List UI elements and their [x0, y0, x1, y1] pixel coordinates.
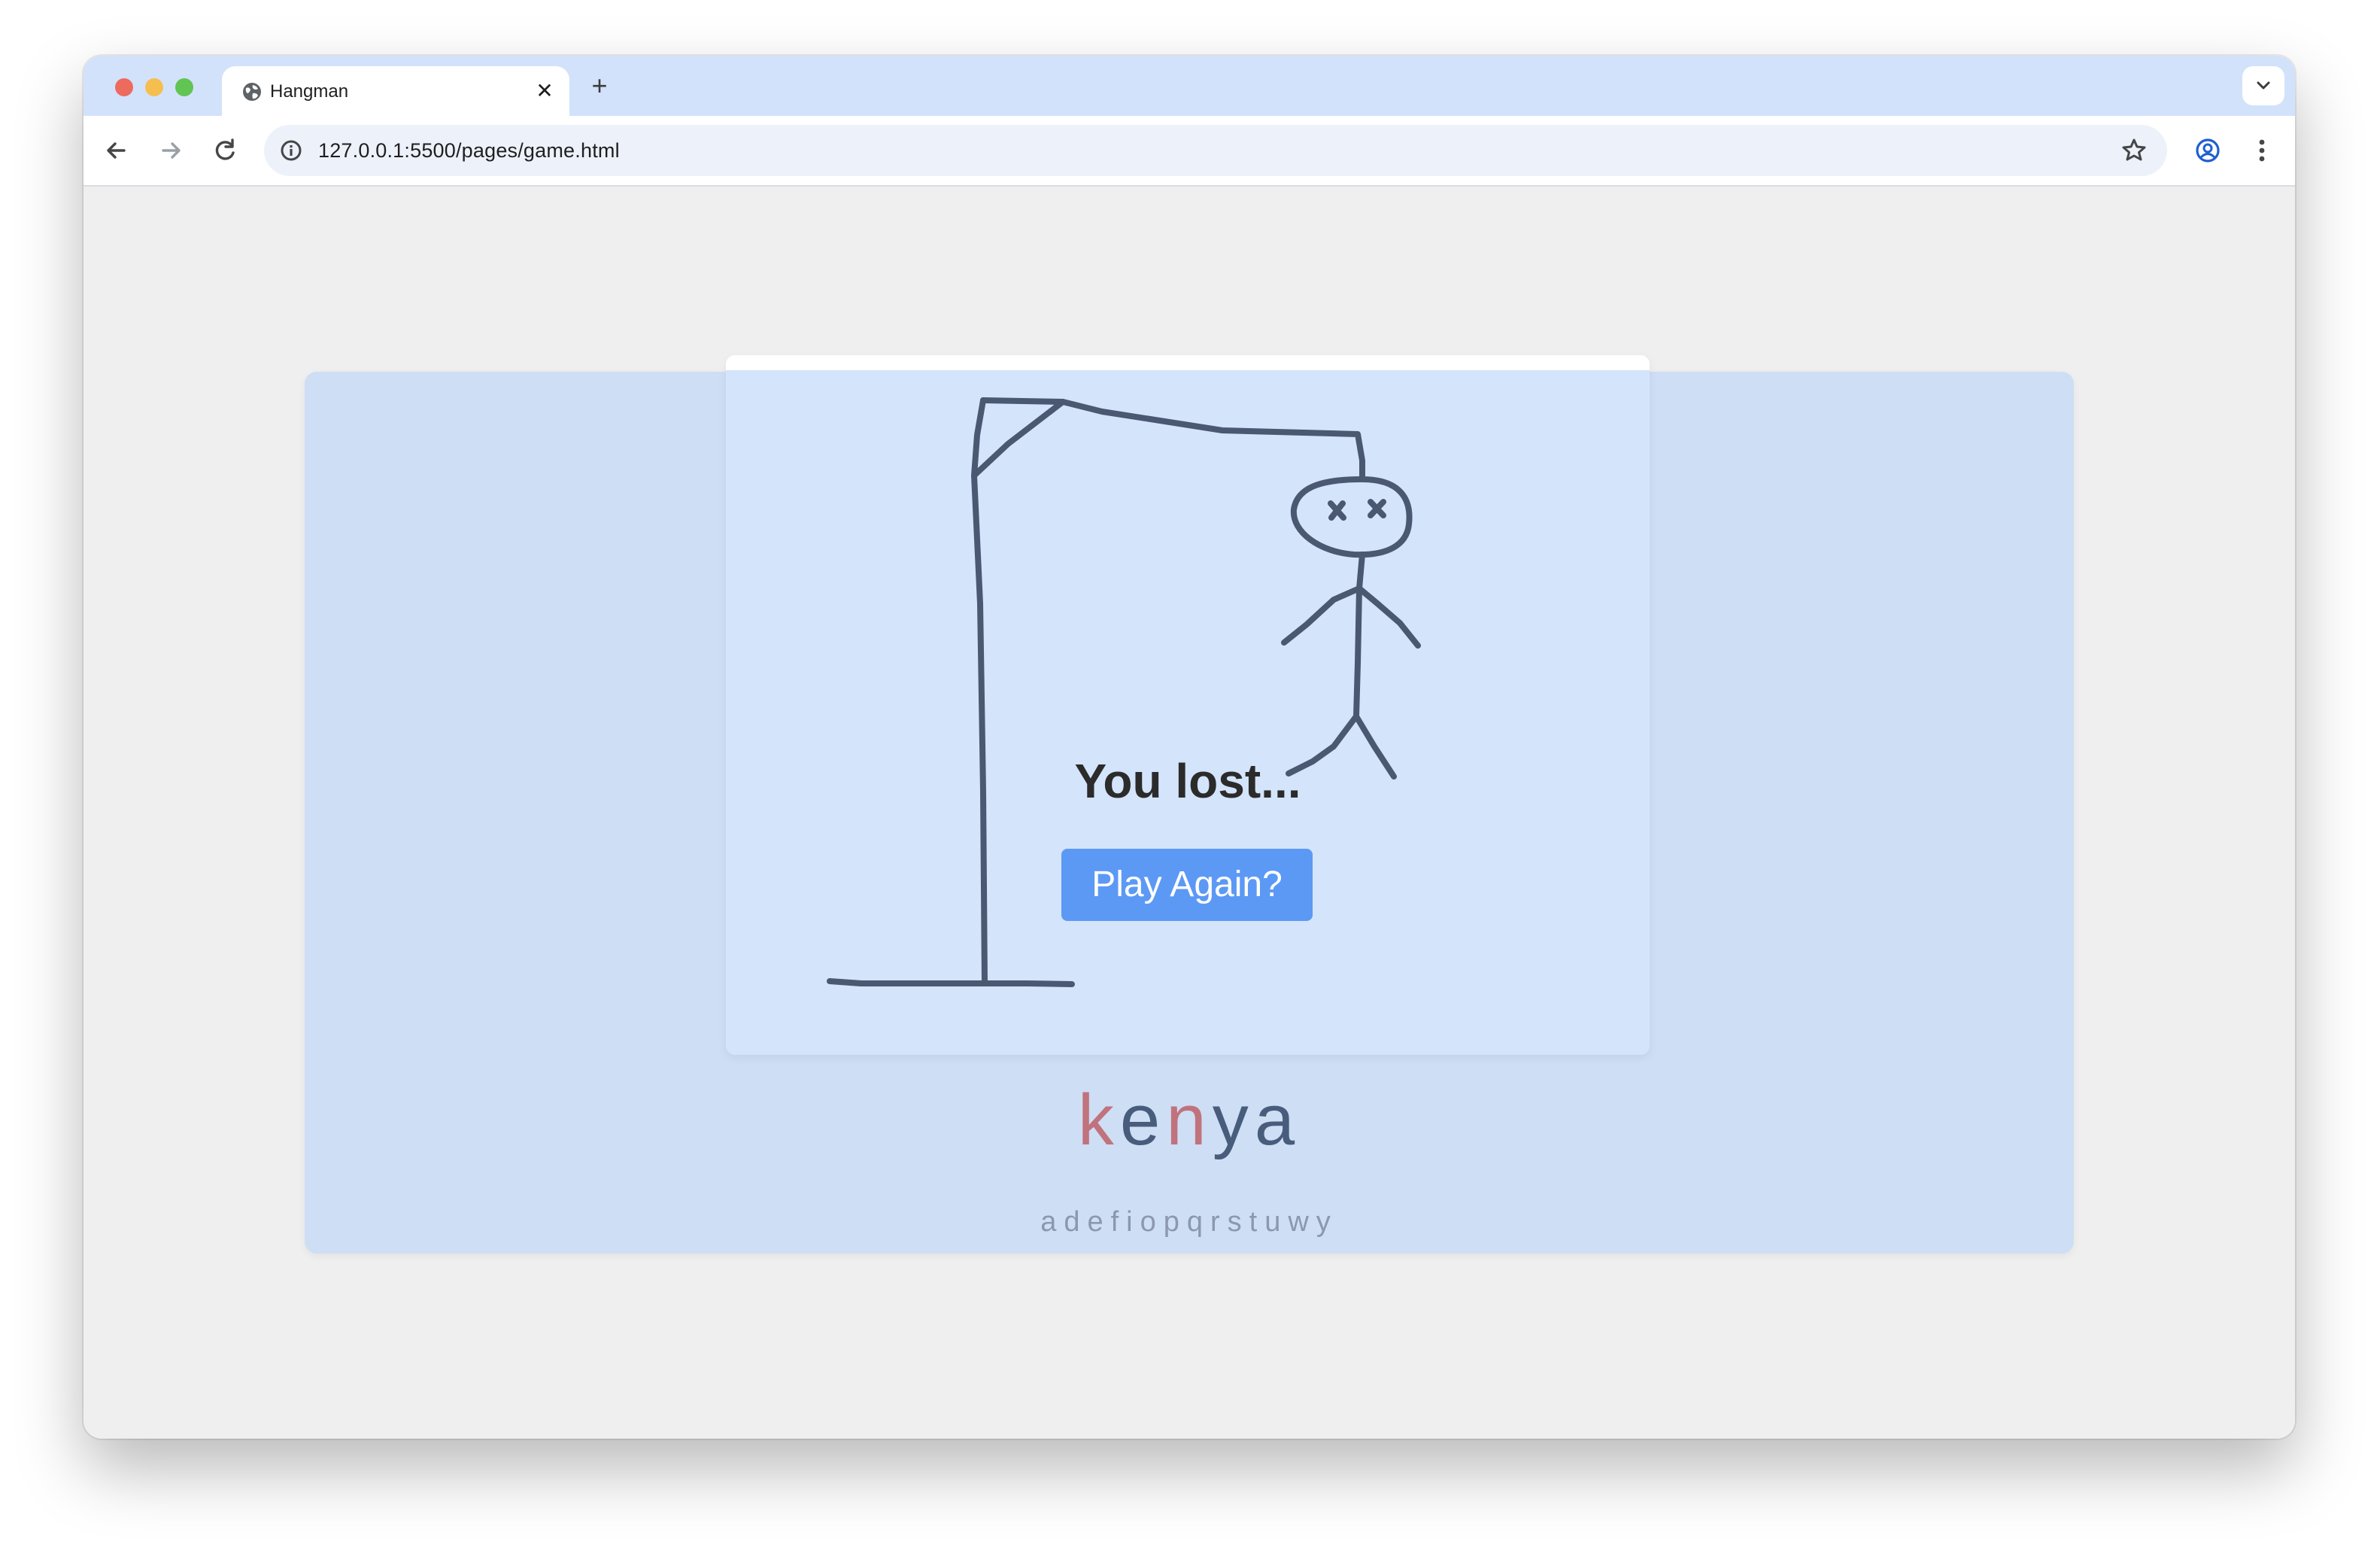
kebab-menu-icon[interactable] — [2244, 132, 2280, 169]
stickman-left-arm — [1281, 585, 1362, 646]
browser-toolbar: 127.0.0.1:5500/pages/game.html — [83, 116, 2295, 187]
forward-arrow-icon[interactable] — [153, 132, 189, 169]
tab-title: Hangman — [270, 81, 349, 102]
site-info-icon[interactable] — [278, 137, 305, 164]
chevron-down-icon — [2257, 81, 2270, 90]
bookmark-star-icon[interactable] — [2119, 135, 2149, 166]
new-tab-button[interactable]: + — [583, 71, 616, 104]
globe-icon — [243, 83, 261, 101]
tab-search-button[interactable] — [2242, 66, 2284, 105]
maximize-window-button[interactable] — [175, 78, 193, 96]
game-result-message: You lost... — [1074, 754, 1301, 808]
profile-icon[interactable] — [2190, 132, 2226, 169]
hangman-board: You lost... Play Again? — [726, 355, 1650, 1055]
tab-close-icon[interactable]: ✕ — [533, 80, 556, 102]
word-letter: a — [1254, 1080, 1301, 1160]
tab-strip: Hangman ✕ + — [83, 56, 2295, 116]
word-letter: n — [1166, 1080, 1213, 1160]
stickman-left-eye — [1328, 500, 1346, 521]
reload-icon[interactable] — [207, 132, 243, 169]
tab-hangman[interactable]: Hangman ✕ — [222, 66, 569, 116]
url-text: 127.0.0.1:5500/pages/game.html — [318, 139, 620, 162]
gallows-base — [827, 978, 1075, 987]
back-arrow-icon[interactable] — [99, 132, 135, 169]
hangman-drawing — [827, 397, 1421, 987]
gallows-beam — [980, 397, 1365, 482]
page-viewport: You lost... Play Again? kenya adefiopqrs… — [83, 187, 2295, 1439]
browser-window: Hangman ✕ + 127.0.0.1:5500/pages/game.ht… — [83, 56, 2295, 1439]
play-again-button[interactable]: Play Again? — [1061, 849, 1313, 921]
game-panel: You lost... Play Again? kenya adefiopqrs… — [305, 355, 2074, 1254]
word-letter: y — [1212, 1080, 1255, 1160]
stickman-body — [1353, 552, 1365, 719]
revealed-word: kenya — [305, 1079, 2074, 1162]
guessed-letters: adefiopqrstuwy — [1040, 1206, 1338, 1238]
word-letter: e — [1119, 1080, 1167, 1160]
stickman-head — [1290, 476, 1413, 558]
minimize-window-button[interactable] — [145, 78, 163, 96]
word-letter: k — [1077, 1080, 1120, 1160]
gallows-pole — [971, 397, 988, 986]
gallows-brace — [971, 399, 1066, 479]
stickman-right-eye — [1368, 499, 1386, 518]
address-bar[interactable]: 127.0.0.1:5500/pages/game.html — [264, 125, 2167, 176]
stickman-right-arm — [1356, 585, 1421, 649]
close-window-button[interactable] — [115, 78, 133, 96]
